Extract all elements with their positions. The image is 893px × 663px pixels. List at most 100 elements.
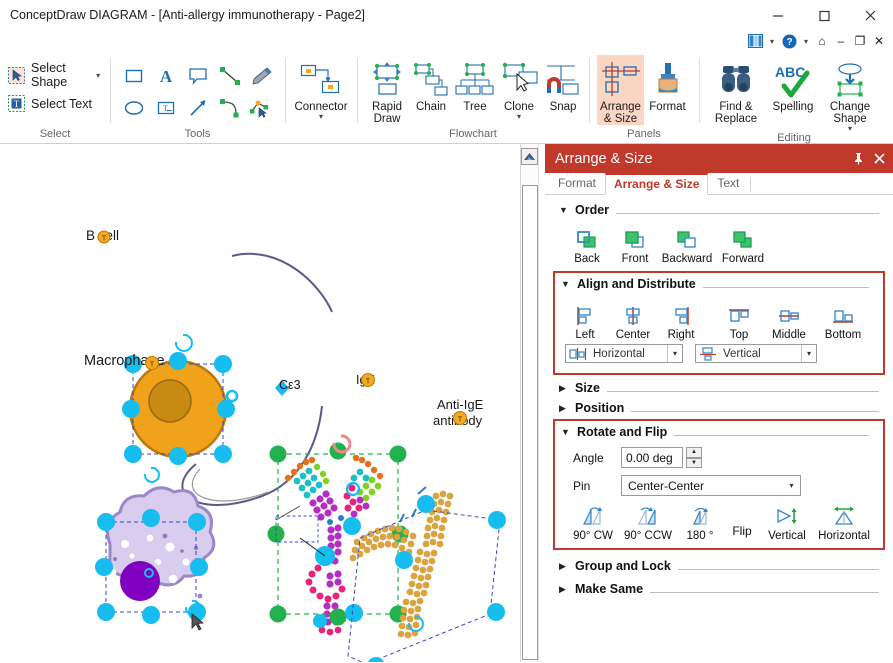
ribbon-collapse-icon[interactable]: ⌂ (814, 33, 830, 49)
panel-close-icon[interactable] (874, 153, 885, 164)
align-center-icon (621, 301, 645, 327)
order-expand-triangle[interactable]: ▼ (559, 205, 568, 215)
document-minimize-button[interactable]: – (833, 33, 849, 49)
angle-stepper[interactable]: ▲ ▼ (621, 447, 702, 468)
connector-button[interactable]: Connector ▾ (293, 55, 349, 121)
canvas-vertical-scrollbar[interactable] (520, 144, 538, 662)
minimize-button[interactable] (755, 0, 801, 30)
arrow-tool-icon[interactable] (183, 93, 213, 123)
select-text-button[interactable]: T Select Text (8, 95, 92, 112)
select-shape-caret[interactable]: ▾ (94, 71, 102, 80)
pin-icon[interactable] (853, 152, 864, 165)
canvas-label-antibody: antibody (433, 413, 483, 428)
angle-spin-up[interactable]: ▲ (686, 447, 702, 458)
close-button[interactable] (847, 0, 893, 30)
tab-arrange-size[interactable]: Arrange & Size (605, 173, 709, 195)
pen-tool-icon[interactable] (247, 61, 277, 91)
order-buttons: Back Front Backward Forward (545, 219, 893, 267)
help-icon[interactable]: ? (780, 32, 798, 50)
find-replace-button[interactable]: Find & Replace (707, 55, 765, 125)
panels-icon[interactable] (746, 32, 764, 50)
send-to-back-button[interactable]: Back (563, 225, 611, 265)
help-dropdown-caret[interactable]: ▾ (801, 37, 811, 46)
change-shape-button[interactable]: Change Shape ▾ (821, 55, 879, 133)
align-expand-triangle[interactable]: ▼ (561, 279, 570, 289)
scroll-up-icon[interactable] (521, 148, 538, 165)
section-size-header[interactable]: ▶ Size (545, 377, 893, 397)
section-make-same-header[interactable]: ▶ Make Same (545, 575, 893, 598)
diagram-canvas[interactable]: B cell Macrophage Cε3 IgE Anti-IgE antib… (0, 144, 520, 662)
panels-dropdown-caret[interactable]: ▾ (767, 37, 777, 46)
textbox-tool-icon[interactable]: T (151, 93, 181, 123)
clone-button[interactable]: Clone ▾ (497, 55, 541, 121)
clone-dropdown-caret[interactable]: ▾ (517, 113, 521, 121)
send-backward-button[interactable]: Backward (659, 225, 715, 265)
snap-button[interactable]: Snap (541, 55, 585, 113)
window-controls (755, 0, 893, 30)
scrollbar-track[interactable] (521, 185, 538, 660)
document-close-button[interactable]: ✕ (871, 33, 887, 49)
spelling-button[interactable]: ABC Spelling (765, 55, 821, 113)
bring-forward-button[interactable]: Forward (715, 225, 771, 265)
format-button[interactable]: Format (644, 55, 691, 113)
size-collapse-triangle[interactable]: ▶ (559, 383, 568, 394)
ellipse-tool-icon[interactable] (119, 93, 149, 123)
section-position-title: Position (575, 401, 625, 415)
position-collapse-triangle[interactable]: ▶ (559, 403, 568, 414)
align-center-button[interactable]: Center (609, 301, 657, 341)
distribute-horizontal-combo[interactable]: Horizontal ▾ (565, 344, 683, 363)
section-order-header[interactable]: ▼ Order (545, 199, 893, 219)
line-tool-icon[interactable] (215, 61, 245, 91)
flip-horizontal-label: Horizontal (818, 530, 870, 542)
panel-splitter[interactable] (538, 144, 545, 662)
distribute-vertical-combo[interactable]: Vertical ▾ (695, 344, 817, 363)
callout-tool-icon[interactable] (183, 61, 213, 91)
send-backward-icon (675, 225, 699, 251)
select-text-label: Select Text (31, 96, 92, 111)
distribute-vertical-caret[interactable]: ▾ (801, 345, 816, 362)
arrange-size-button[interactable]: Arrange & Size (597, 55, 644, 125)
align-top-button[interactable]: Top (715, 301, 763, 341)
connector-dropdown-caret[interactable]: ▾ (319, 113, 323, 121)
align-left-button[interactable]: Left (561, 301, 609, 341)
distribute-horizontal-caret[interactable]: ▾ (667, 345, 682, 362)
section-position-header[interactable]: ▶ Position (545, 397, 893, 417)
rotate-cw-button[interactable]: 90° CW (567, 502, 619, 542)
rotate-180-button[interactable]: 180 ° (677, 502, 723, 542)
make-same-collapse-triangle[interactable]: ▶ (559, 584, 568, 595)
chain-button[interactable]: Chain (409, 55, 453, 113)
flip-vertical-button[interactable]: Vertical (761, 502, 813, 542)
align-right-button[interactable]: Right (657, 301, 705, 341)
maximize-button[interactable] (801, 0, 847, 30)
angle-spin-down[interactable]: ▼ (686, 457, 702, 468)
pin-dropdown-caret[interactable]: ▾ (783, 481, 800, 490)
rectangle-tool-icon[interactable] (119, 61, 149, 91)
bring-forward-icon (731, 225, 755, 251)
change-shape-dropdown-caret[interactable]: ▾ (848, 125, 852, 133)
document-restore-button[interactable]: ❐ (852, 33, 868, 49)
select-shape-button[interactable]: Select Shape ▾ (8, 61, 102, 89)
section-rotate-flip-header[interactable]: ▼ Rotate and Flip (555, 421, 883, 441)
flip-vertical-icon (774, 502, 800, 528)
ribbon-group-panels: Arrange & Size Format Panels (589, 52, 699, 143)
rotate-flip-expand-triangle[interactable]: ▼ (561, 427, 570, 437)
canvas-label-macrophage: Macrophage (84, 353, 165, 369)
rapid-draw-button[interactable]: Rapid Draw (365, 55, 409, 125)
bring-to-front-button[interactable]: Front (611, 225, 659, 265)
angle-input[interactable] (621, 447, 683, 468)
align-middle-button[interactable]: Middle (763, 301, 815, 341)
tab-text[interactable]: Text (708, 173, 748, 194)
section-align-header[interactable]: ▼ Align and Distribute (555, 273, 883, 293)
tab-format[interactable]: Format (549, 173, 605, 194)
curve-tool-icon[interactable] (215, 93, 245, 123)
align-buttons: Left Center Right Top Middle Bottom (555, 293, 883, 341)
group-lock-collapse-triangle[interactable]: ▶ (559, 561, 568, 572)
align-bottom-button[interactable]: Bottom (815, 301, 871, 341)
rotate-ccw-button[interactable]: 90° CCW (619, 502, 677, 542)
flip-horizontal-button[interactable]: Horizontal (813, 502, 875, 542)
pin-select[interactable]: Center-Center ▾ (621, 475, 801, 496)
tree-button[interactable]: Tree (453, 55, 497, 113)
bezier-tool-icon[interactable] (247, 93, 277, 123)
section-group-lock-header[interactable]: ▶ Group and Lock (545, 552, 893, 575)
text-tool-icon[interactable]: A (151, 61, 181, 91)
